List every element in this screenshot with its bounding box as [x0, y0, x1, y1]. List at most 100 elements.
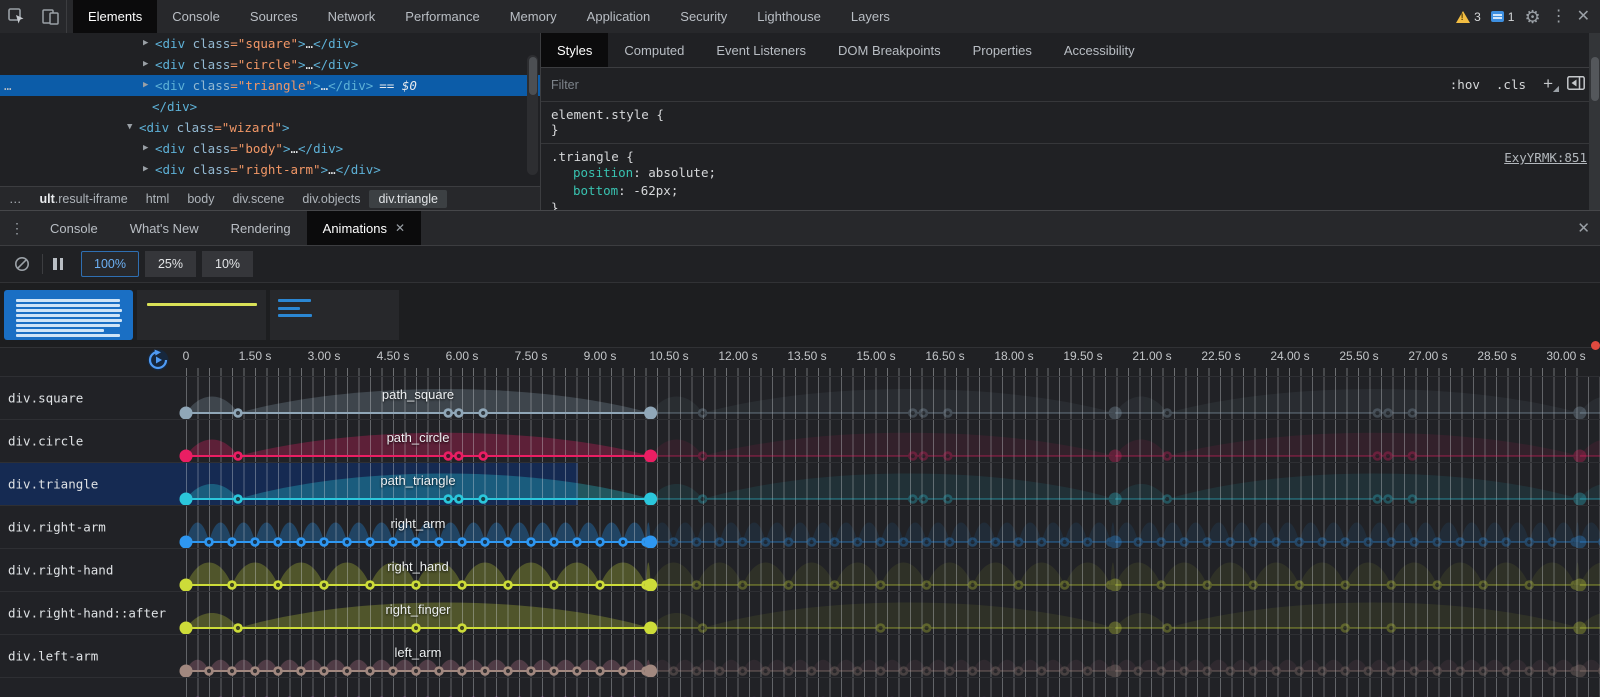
track-node-label[interactable]: div.right-arm [8, 520, 106, 535]
styles-scrollbar[interactable] [1589, 33, 1600, 210]
ruler-label: 13.50 s [787, 349, 826, 363]
tab-elements[interactable]: Elements [73, 0, 157, 33]
clear-animations-icon[interactable] [12, 254, 32, 274]
chevron-down-icon[interactable]: ▼ [127, 117, 132, 138]
tab-security[interactable]: Security [665, 0, 742, 33]
rule-selector[interactable]: element.style { [551, 107, 1591, 122]
elements-scrollbar-thumb[interactable] [529, 57, 537, 95]
pause-all-icon[interactable] [53, 258, 63, 270]
track-keyframes[interactable] [0, 549, 1600, 591]
inspect-element-icon[interactable] [6, 7, 26, 27]
tab-event-listeners[interactable]: Event Listeners [700, 33, 822, 67]
track-row: div.right-hand::afterright_finger [0, 591, 1600, 634]
dom-tree-node[interactable]: ▶<div class="square">…</div> [0, 33, 540, 54]
track-node-label[interactable]: div.right-hand [8, 563, 113, 578]
dom-tree-node[interactable]: ▶<div class="circle">…</div> [0, 54, 540, 75]
elements-scrollbar[interactable] [527, 55, 538, 175]
drawer-tab-console[interactable]: Console [34, 211, 114, 245]
dom-tree-node[interactable]: ▶<div class="right-arm">…</div> [0, 159, 540, 180]
chevron-right-icon[interactable]: ▶ [143, 138, 148, 159]
close-devtools-icon[interactable]: ✕ [1577, 9, 1590, 25]
playback-rate-25[interactable]: 25% [145, 251, 196, 277]
style-rule: ExyYRMK:851.triangle {position: absolute… [541, 144, 1600, 210]
node-text: <div class="body">…</div> [0, 141, 343, 156]
close-tab-icon[interactable]: ✕ [395, 221, 405, 235]
css-property[interactable]: bottom: -62px; [551, 182, 1591, 200]
preview-line [16, 319, 122, 322]
chevron-right-icon[interactable]: ▶ [143, 75, 148, 96]
styles-filter-input[interactable]: Filter [541, 78, 579, 92]
issues-badge[interactable]: 1 [1491, 10, 1515, 24]
track-keyframes[interactable] [0, 506, 1600, 548]
track-node-label[interactable]: div.left-arm [8, 649, 98, 664]
tab-dom-breakpoints[interactable]: DOM Breakpoints [822, 33, 957, 67]
tab-accessibility[interactable]: Accessibility [1048, 33, 1151, 67]
dom-tree-node[interactable]: ▶<div class="body">…</div> [0, 138, 540, 159]
pseudo-toggle-hov[interactable]: :hov [1450, 77, 1480, 92]
animation-group-preview[interactable] [137, 290, 266, 340]
tab-computed[interactable]: Computed [608, 33, 700, 67]
tab-network[interactable]: Network [313, 0, 391, 33]
breadcrumb: …ult.result-iframehtmlbodydiv.scenediv.o… [0, 186, 540, 211]
pseudo-state-toggles: :hov .cls [1450, 77, 1526, 92]
breadcrumb-item[interactable]: … [0, 190, 31, 208]
animation-name-label: right_hand [387, 559, 448, 574]
drawer-tab-animations[interactable]: Animations✕ [307, 211, 421, 245]
track-node-label[interactable]: div.triangle [8, 477, 98, 492]
dom-tree-node[interactable]: ▼<div class="wizard"> [0, 117, 540, 138]
track-keyframes[interactable] [0, 420, 1600, 462]
tab-application[interactable]: Application [572, 0, 666, 33]
animation-name-label: path_square [382, 387, 454, 402]
playback-rate-10[interactable]: 10% [202, 251, 253, 277]
breadcrumb-item[interactable]: div.objects [293, 190, 369, 208]
collapse-sidebar-icon[interactable] [1567, 76, 1585, 95]
tab-properties[interactable]: Properties [957, 33, 1048, 67]
breadcrumb-item[interactable]: ult.result-iframe [31, 190, 137, 208]
warnings-badge[interactable]: 3 [1456, 10, 1481, 24]
breadcrumb-item[interactable]: body [178, 190, 223, 208]
drawer-tab-rendering[interactable]: Rendering [215, 211, 307, 245]
breadcrumb-item[interactable]: div.scene [223, 190, 293, 208]
tab-styles[interactable]: Styles [541, 33, 608, 67]
drawer-tab-what-s-new[interactable]: What's New [114, 211, 215, 245]
rule-selector[interactable]: .triangle { [551, 149, 1591, 164]
settings-gear-icon[interactable]: ⚙ [1524, 8, 1540, 26]
rule-close-brace: } [551, 122, 1591, 137]
tab-performance[interactable]: Performance [390, 0, 494, 33]
drawer-menu-icon[interactable]: ⋮ [0, 211, 34, 245]
track-node-label[interactable]: div.right-hand::after [8, 606, 166, 621]
tab-layers[interactable]: Layers [836, 0, 905, 33]
track-node-label[interactable]: div.square [8, 391, 83, 406]
more-options-icon[interactable]: ⋮ [1551, 9, 1567, 25]
breadcrumb-item[interactable]: html [137, 190, 179, 208]
track-keyframes[interactable] [0, 678, 1600, 697]
animation-group-preview[interactable] [4, 290, 133, 340]
chevron-right-icon[interactable]: ▶ [143, 159, 148, 180]
chevron-right-icon[interactable]: ▶ [143, 54, 148, 75]
styles-scrollbar-thumb[interactable] [1591, 57, 1599, 101]
dom-tree-node[interactable]: </div> [0, 96, 540, 117]
track-keyframes[interactable] [0, 592, 1600, 634]
tab-memory[interactable]: Memory [495, 0, 572, 33]
track-node-label[interactable]: div.circle [8, 434, 83, 449]
new-style-rule-button[interactable]: +◢ [1543, 75, 1553, 92]
tab-sources[interactable]: Sources [235, 0, 313, 33]
playback-rate-100[interactable]: 100% [81, 251, 139, 277]
pseudo-toggle-cls[interactable]: .cls [1496, 77, 1526, 92]
tab-console[interactable]: Console [157, 0, 235, 33]
track-keyframes[interactable] [0, 463, 1600, 505]
chevron-right-icon[interactable]: ▶ [143, 33, 148, 54]
animation-group-preview[interactable] [270, 290, 399, 340]
drawer-close-icon[interactable]: ✕ [1577, 211, 1590, 245]
css-property[interactable]: position: absolute; [551, 164, 1591, 182]
track-keyframes[interactable] [0, 635, 1600, 677]
animations-toolbar: 100%25%10% [0, 246, 1600, 283]
device-toolbar-icon[interactable] [40, 7, 60, 27]
track-keyframes[interactable] [0, 377, 1600, 419]
dom-tree-node[interactable]: …▶<div class="triangle">…</div>== $0 [0, 75, 540, 96]
ruler-label: 6.00 s [446, 349, 479, 363]
breadcrumb-item[interactable]: div.triangle [369, 190, 447, 208]
stylesheet-source-link[interactable]: ExyYRMK:851 [1504, 150, 1587, 165]
replay-animation-icon[interactable] [146, 348, 170, 375]
tab-lighthouse[interactable]: Lighthouse [742, 0, 836, 33]
